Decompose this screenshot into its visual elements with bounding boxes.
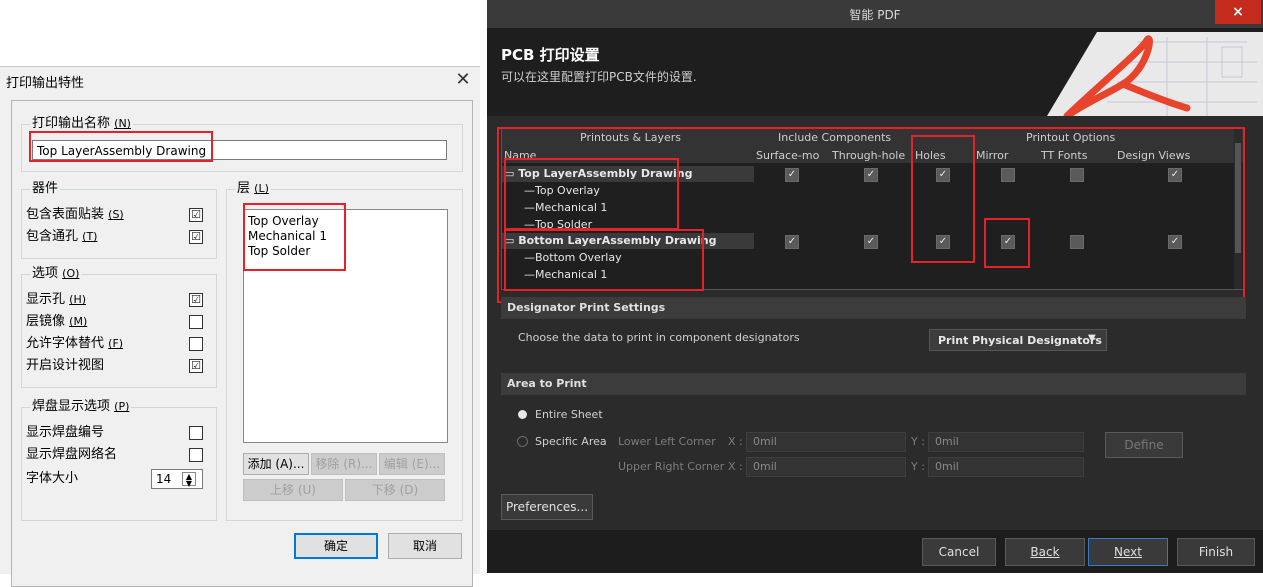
upper-right-y-label: Y : [911,460,925,473]
show-holes-label: 显示孔 (H) [26,292,87,307]
upper-right-x-label: X : [728,460,743,473]
font-substitution-checkbox[interactable] [189,337,203,351]
lower-left-y-field[interactable]: 0mil [928,432,1084,452]
ok-button[interactable]: 确定 [294,533,378,559]
remove-layer-button[interactable]: 移除 (R)... [311,453,377,475]
specific-area-label[interactable]: Specific Area [535,435,607,448]
acrobat-banner-graphic [1027,32,1263,116]
finish-button[interactable]: Finish [1177,538,1255,566]
add-layer-button[interactable]: 添加 (A)... [243,453,309,475]
highlight-box-mirror [984,218,1030,268]
area-section-header: Area to Print [501,373,1246,395]
window-title: 智能 PDF [849,8,901,22]
upper-right-y-field[interactable]: 0mil [928,457,1084,477]
mirror-layers-label: 层镜像 (M) [26,314,88,329]
mirror-layers-checkbox[interactable] [189,315,203,329]
options-group: 选项 (O) 显示孔 (H) ☑ 层镜像 (M) 允许字体替代 (F) 开启设计… [21,266,217,388]
show-pad-nets-label: 显示焊盘网络名 [26,447,118,462]
close-icon[interactable]: ✕ [452,67,474,93]
highlight-box-name [29,131,213,162]
lower-left-x-label: X : [728,435,743,448]
font-size-spinbox[interactable]: 14 ▲ ▼ [151,469,203,489]
design-views-checkbox[interactable]: ☑ [189,359,203,373]
include-th-checkbox[interactable]: ☑ [189,230,203,244]
header-title: PCB 打印设置 [501,46,600,64]
printout-name-key: (N) [114,117,131,130]
design-views-label: 开启设计视图 [26,358,105,373]
close-icon[interactable]: × [1215,0,1261,24]
pad-display-group: 焊盘显示选项 (P) 显示焊盘编号 显示焊盘网络名 字体大小 14 ▲ ▼ [21,399,217,521]
entire-sheet-label[interactable]: Entire Sheet [535,408,603,421]
show-pad-numbers-label: 显示焊盘编号 [26,425,105,440]
show-holes-checkbox[interactable]: ☑ [189,293,203,307]
back-button[interactable]: Back [1005,538,1085,566]
dialog-title: 打印输出特性 [6,76,85,91]
move-down-button[interactable]: 下移 (D) [345,479,445,501]
lower-left-x-field[interactable]: 0mil [746,432,906,452]
move-up-button[interactable]: 上移 (U) [243,479,343,501]
include-smt-checkbox[interactable]: ☑ [189,208,203,222]
print-properties-dialog: 打印输出特性 ✕ 打印输出名称 (N) Top LayerAssembly Dr… [0,66,480,587]
layers-group-title: 层 [237,181,251,196]
next-button[interactable]: Next [1088,538,1168,566]
define-button[interactable]: Define [1105,432,1183,458]
highlight-box-top-printout [504,158,679,230]
header-subtitle: 可以在这里配置打印PCB文件的设置. [501,70,697,84]
font-size-value: 14 [156,472,172,486]
include-th-label: 包含通孔 (T) [26,229,98,244]
printout-name-label: 打印输出名称 [32,116,111,131]
designator-description: Choose the data to print in component de… [518,331,800,344]
include-smt-label: 包含表面贴装 (S) [26,207,124,222]
designator-section-header: Designator Print Settings [501,297,1246,319]
cancel-button[interactable]: 取消 [388,533,462,559]
lower-left-y-label: Y : [911,435,925,448]
spin-arrows-icon[interactable]: ▲ ▼ [182,472,196,488]
smart-pdf-wizard: 智能 PDF × PCB 打印设置 可以在这里配置打印PCB文件的设置. Pri… [487,0,1263,573]
preferences-button[interactable]: Preferences... [501,494,593,520]
designator-dropdown[interactable]: Print Physical Designators ▼ [929,329,1107,351]
highlight-box-layers [243,203,346,271]
upper-right-label: Upper Right Corner [618,460,725,473]
designator-dropdown-value: Print Physical Designators [938,334,1102,347]
components-group-title: 器件 [30,181,61,197]
highlight-box-bottom-printout [504,229,704,291]
specific-area-radio[interactable] [517,436,528,447]
entire-sheet-radio[interactable] [518,410,527,419]
pad-display-group-title: 焊盘显示选项 [32,399,111,414]
font-substitution-label: 允许字体替代 (F) [26,336,124,351]
show-pad-numbers-checkbox[interactable] [189,426,203,440]
components-group: 器件 包含表面贴装 (S) ☑ 包含通孔 (T) ☑ [21,181,217,259]
highlight-box-holes [911,135,975,263]
chevron-down-icon: ▼ [1088,333,1096,344]
lower-left-label: Lower Left Corner [618,435,716,448]
cancel-button[interactable]: Cancel [922,538,996,566]
show-pad-nets-checkbox[interactable] [189,448,203,462]
options-group-title: 选项 [32,266,59,281]
font-size-label: 字体大小 [26,471,79,486]
edit-layer-button[interactable]: 编辑 (E)... [379,453,445,475]
upper-right-x-field[interactable]: 0mil [746,457,906,477]
dialog-body: 打印输出名称 (N) Top LayerAssembly Drawing 器件 … [11,100,473,587]
